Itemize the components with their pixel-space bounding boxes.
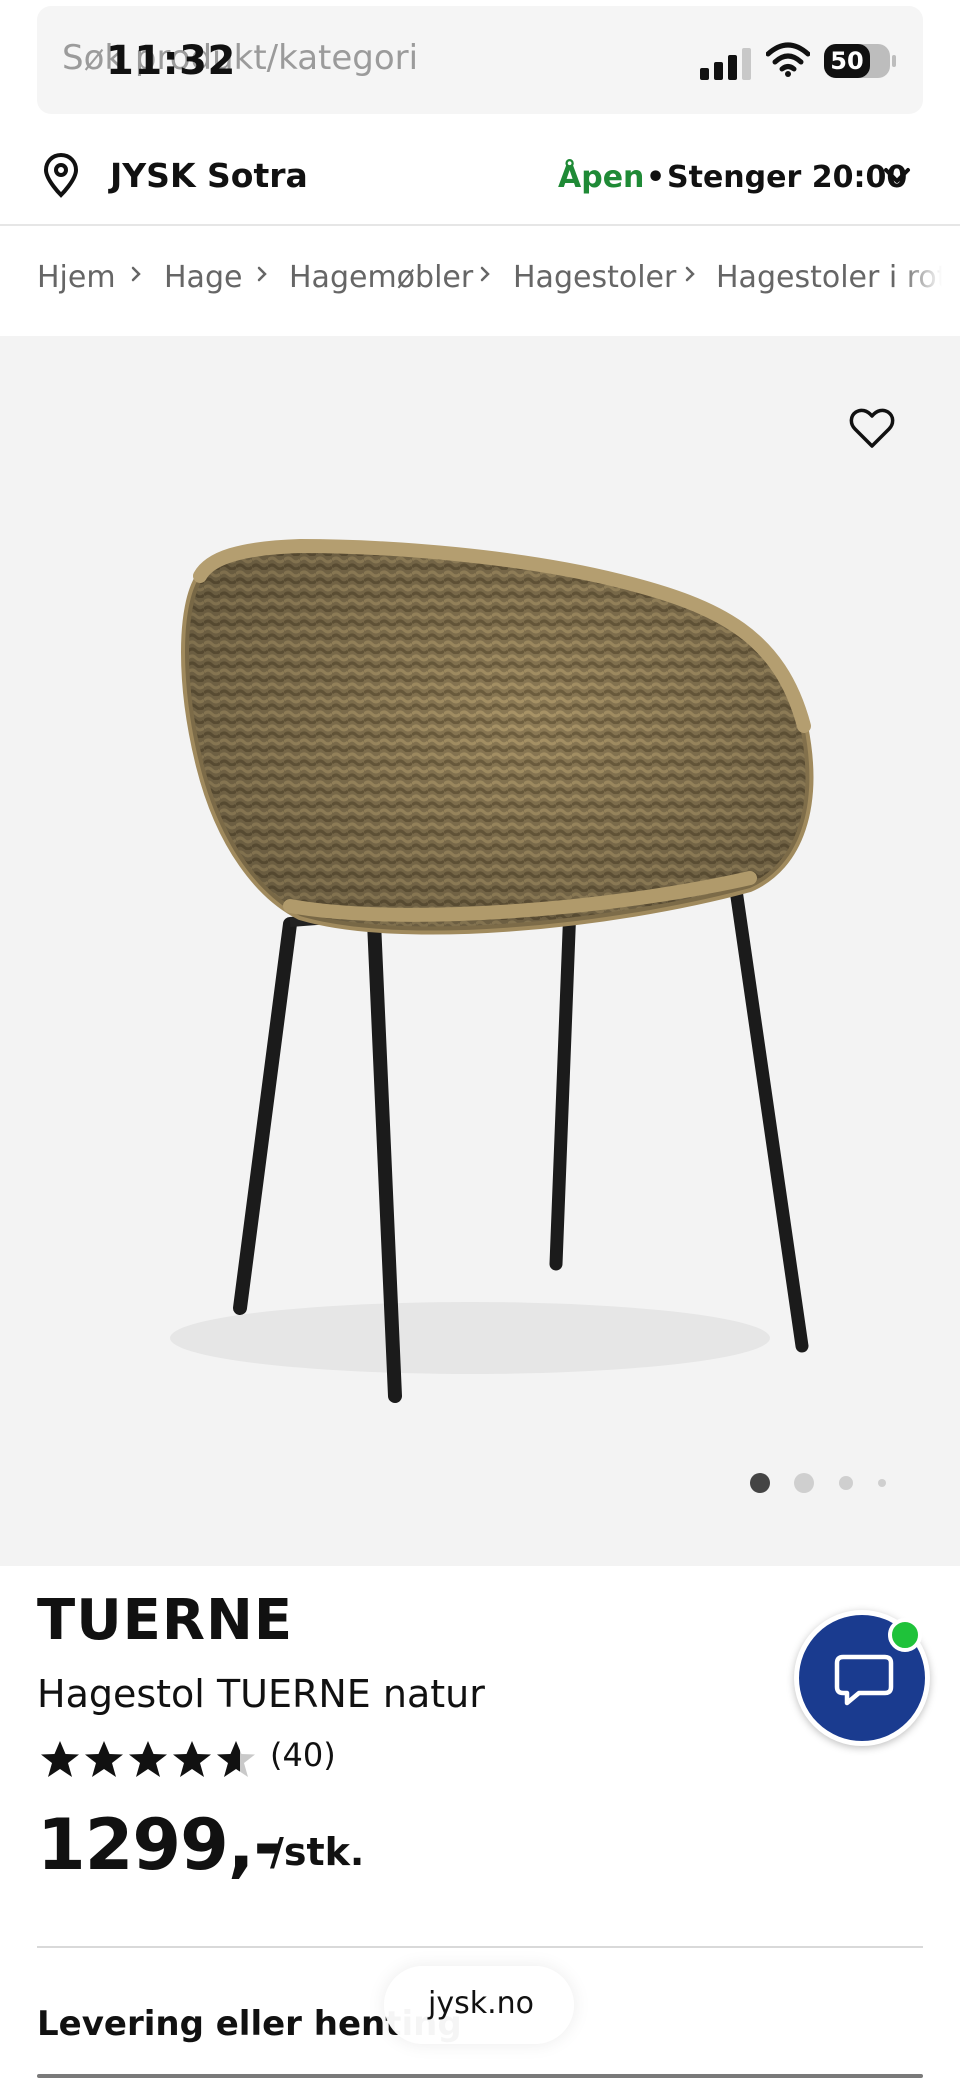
status-time: 11:32 [106,38,236,84]
store-closing-hours: Stenger 20:00 [667,160,908,195]
star-icon [41,1741,79,1777]
product-image-chair [170,538,814,1403]
signal-icon [700,48,751,80]
breadcrumb-fade [900,228,960,334]
chevron-down-icon[interactable] [882,164,912,188]
browser-url[interactable]: jysk.no [428,1986,534,2021]
online-status-badge [888,1618,922,1652]
divider [37,1946,923,1948]
breadcrumb-item-hjem[interactable]: Hjem [37,260,116,295]
star-icon [85,1741,123,1777]
product-brand: TUERNE [37,1588,294,1653]
section-border [37,2074,923,2078]
star-icon [129,1741,167,1777]
chevron-right-icon [257,266,267,282]
star-icon [173,1741,211,1777]
gallery-dot-4[interactable] [878,1479,886,1487]
price-unit: /stk. [270,1830,365,1874]
gallery-dot-1[interactable] [750,1473,770,1493]
chevron-right-icon [480,266,490,282]
chevron-right-icon [131,266,141,282]
store-selector[interactable]: JYSK Sotra Åpen • Stenger 20:00 [0,130,960,226]
gallery-dot-3[interactable] [839,1476,853,1490]
breadcrumb-item-hagestoler[interactable]: Hagestoler [513,260,676,295]
product-price: 1299,- [37,1804,282,1886]
store-open-status: Åpen [558,160,645,195]
store-name: JYSK Sotra [110,156,308,195]
favorite-heart-icon[interactable] [849,408,895,450]
store-separator: • [646,160,666,195]
gallery-dot-2[interactable] [794,1473,814,1493]
product-title: Hagestol TUERNE natur [37,1672,485,1716]
chevron-right-icon [685,266,695,282]
battery-icon: 50 [824,44,896,78]
breadcrumb: Hjem Hage Hagemøbler Hagestoler Hagestol… [0,228,960,334]
location-pin-icon [43,152,79,198]
review-count[interactable]: (40) [270,1736,336,1774]
battery-level: 50 [824,44,870,78]
product-image-gallery[interactable] [0,336,960,1566]
wifi-icon [766,42,810,77]
breadcrumb-item-hagemobler[interactable]: Hagemøbler [289,260,473,295]
breadcrumb-item-hage[interactable]: Hage [164,260,242,295]
chat-bubble-icon [834,1654,894,1706]
rating-stars[interactable] [38,1738,258,1782]
